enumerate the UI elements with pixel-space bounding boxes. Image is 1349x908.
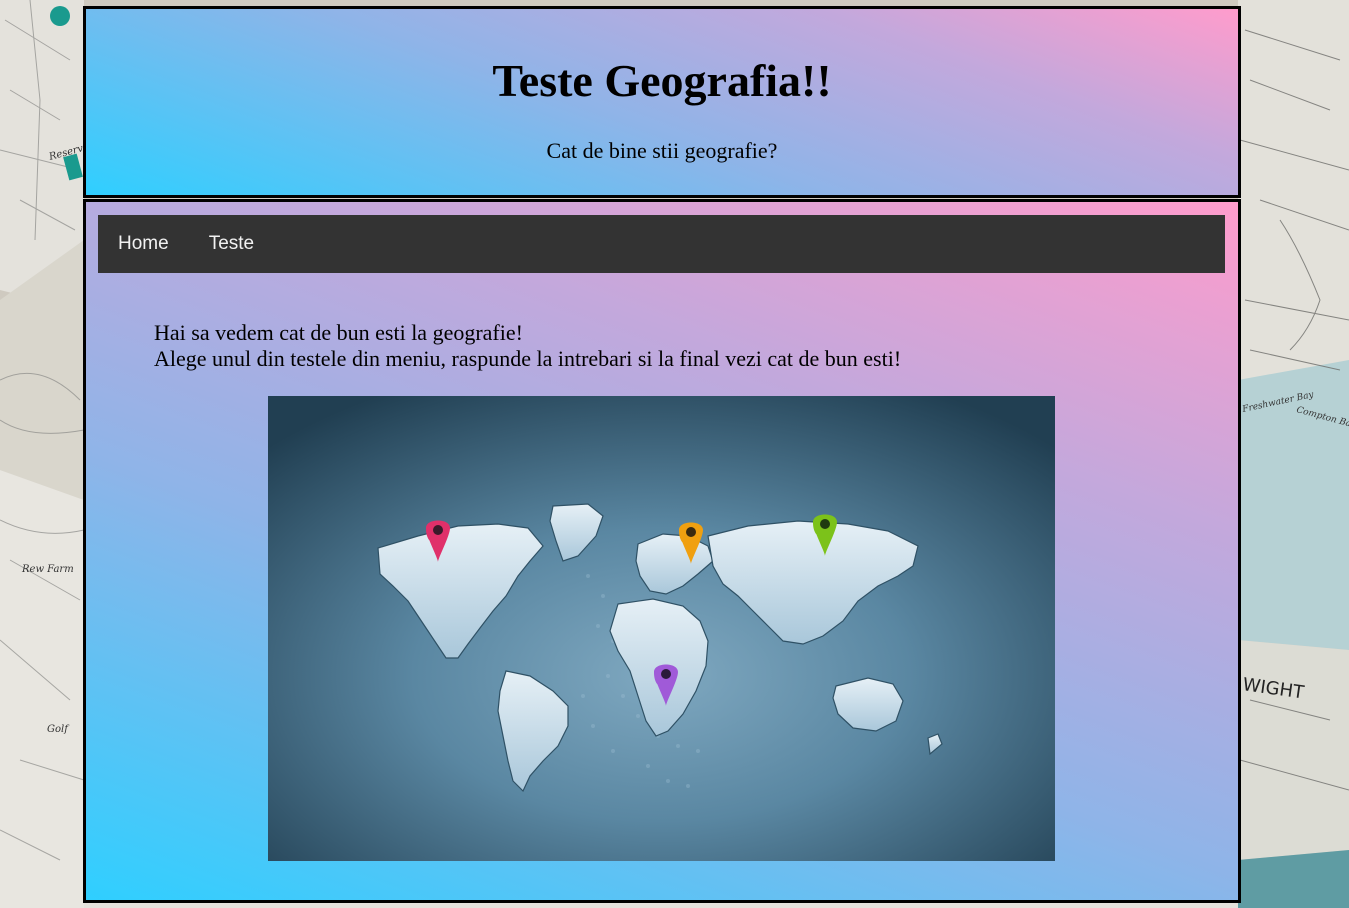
intro-text: Hai sa vedem cat de bun esti la geografi… [154, 320, 901, 372]
top-navigation-bar: Home Teste [98, 215, 1225, 273]
site-title: Teste Geografia!! [492, 55, 832, 106]
main-content: Home Teste Hai sa vedem cat de bun esti … [83, 199, 1241, 903]
intro-line-1: Hai sa vedem cat de bun esti la geografi… [154, 320, 523, 345]
intro-line-2: Alege unul din testele din meniu, raspun… [154, 346, 902, 371]
bg-map-label: Rew Farm [21, 564, 74, 575]
nav-link-home[interactable]: Home [98, 215, 189, 273]
site-header: Teste Geografia!! Cat de bine stii geogr… [83, 6, 1241, 198]
nav-link-teste[interactable]: Teste [189, 215, 274, 273]
world-map-image [268, 396, 1055, 861]
site-subtitle: Cat de bine stii geografie? [546, 138, 778, 163]
bg-map-label: Golf [47, 724, 70, 735]
